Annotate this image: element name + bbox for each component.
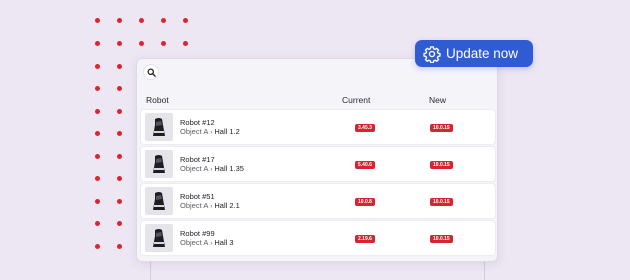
table-header: Robot Current New: [137, 92, 497, 110]
robot-name: Robot #12: [180, 118, 215, 127]
decorative-dot: [182, 40, 188, 46]
robot-icon: [153, 118, 165, 136]
column-header-new: New: [429, 95, 447, 105]
current-version-badge: 5.40.6: [355, 161, 375, 169]
decorative-dot: [116, 221, 122, 226]
decorative-dot: [160, 17, 166, 23]
robot-name: Robot #51: [180, 192, 215, 201]
robot-update-panel: Robot Current New Robot #12 Object A › Hal…: [136, 58, 498, 262]
new-version-badge: 10.0.15: [430, 161, 453, 169]
robot-icon: [153, 229, 165, 247]
chevron-right-icon: ›: [210, 204, 213, 210]
decorative-dot: [138, 17, 144, 23]
decorative-dot: [94, 153, 100, 159]
column-header-robot: Robot: [146, 95, 169, 105]
decorative-dot: [94, 40, 100, 46]
new-version-badge: 10.0.15: [430, 124, 453, 132]
decorative-dot: [116, 131, 122, 136]
object-name: Object A: [180, 164, 209, 173]
decorative-dot: [116, 63, 122, 69]
search-icon: [147, 68, 156, 77]
robot-location: Object A › Hall 1.2: [180, 127, 240, 136]
table-row[interactable]: Robot #51 Object A › Hall 2.1 10.0.8 10.0.…: [141, 184, 495, 218]
stand-line-right: [484, 262, 485, 280]
robot-thumbnail: [145, 187, 173, 215]
decorative-dot: [94, 198, 100, 204]
robot-location: Object A › Hall 2.1: [180, 201, 240, 210]
chevron-right-icon: ›: [210, 241, 213, 247]
robot-icon: [153, 155, 165, 173]
robot-name: Robot #99: [180, 229, 215, 238]
chevron-right-icon: ›: [210, 130, 213, 136]
object-name: Object A: [180, 127, 209, 136]
decorative-dot: [94, 176, 100, 181]
current-version-badge: 2.19.6: [355, 235, 375, 243]
current-version-badge: 10.0.8: [355, 198, 375, 206]
new-version-badge: 10.0.15: [430, 198, 453, 206]
current-version-badge: 3.45.3: [355, 124, 375, 132]
update-now-label: Update now: [446, 46, 519, 61]
decorative-dot: [116, 243, 122, 249]
object-name: Object A: [180, 201, 209, 210]
hall-name: Hall 1.2: [214, 127, 240, 136]
decorative-dot: [116, 86, 122, 91]
decorative-dot: [94, 131, 100, 136]
decorative-dot: [138, 40, 144, 46]
decorative-dot: [116, 17, 122, 23]
decorative-dot: [182, 17, 188, 23]
column-header-current: Current: [342, 95, 371, 105]
decorative-dot: [94, 221, 100, 226]
table-row[interactable]: Robot #99 Object A › Hall 3 2.19.6 10.0.15: [141, 221, 495, 255]
robot-icon: [153, 192, 165, 210]
object-name: Object A: [180, 238, 209, 247]
search-button[interactable]: [143, 64, 159, 80]
update-now-button[interactable]: Update now: [415, 40, 533, 67]
decorative-dot: [160, 40, 166, 46]
chevron-right-icon: ›: [210, 167, 213, 173]
new-version-badge: 10.0.15: [430, 235, 453, 243]
decorative-dot: [94, 108, 100, 114]
decorative-dot: [116, 153, 122, 159]
robot-name: Robot #17: [180, 155, 215, 164]
decorative-dot: [94, 17, 100, 23]
hall-name: Hall 2.1: [214, 201, 240, 210]
robot-location: Object A › Hall 3: [180, 238, 234, 247]
decorative-dot: [94, 243, 100, 249]
hall-name: Hall 3: [214, 238, 234, 247]
robot-thumbnail: [145, 224, 173, 252]
table-row[interactable]: Robot #17 Object A › Hall 1.35 5.40.6 10.0…: [141, 147, 495, 181]
decorative-dot: [116, 108, 122, 114]
robot-thumbnail: [145, 113, 173, 141]
decorative-dot: [94, 63, 100, 69]
stand-line-left: [150, 262, 151, 280]
decorative-dot: [116, 198, 122, 204]
robot-thumbnail: [145, 150, 173, 178]
robot-location: Object A › Hall 1.35: [180, 164, 244, 173]
hall-name: Hall 1.35: [214, 164, 244, 173]
decorative-dot: [116, 176, 122, 181]
decorative-dot: [94, 86, 100, 91]
gear-icon: [423, 45, 441, 63]
table-row[interactable]: Robot #12 Object A › Hall 1.2 3.45.3 10.0.…: [141, 110, 495, 144]
decorative-dot: [116, 40, 122, 46]
